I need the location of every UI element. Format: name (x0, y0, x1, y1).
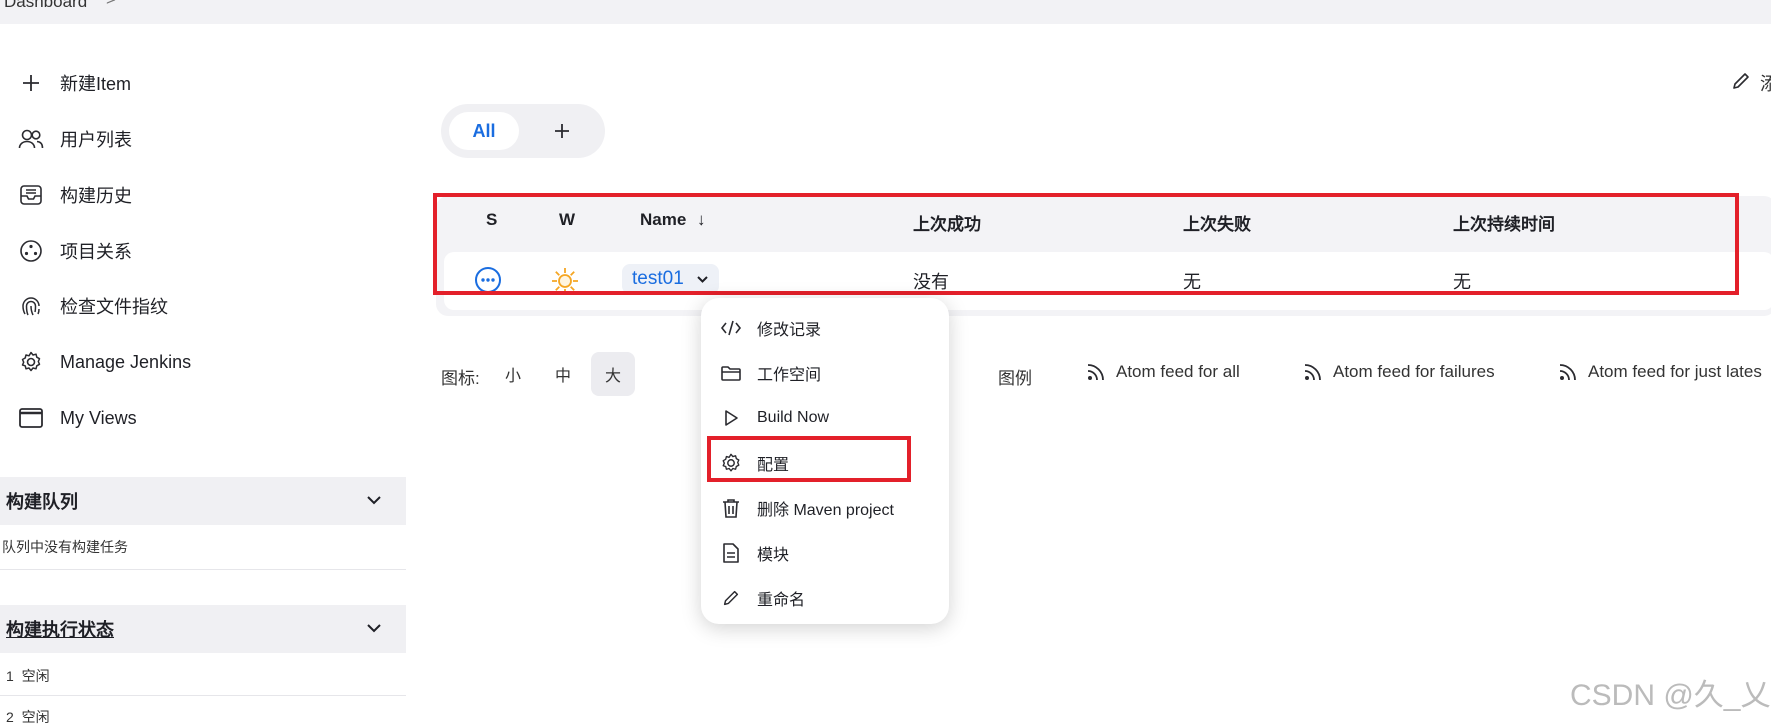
build-queue-header[interactable]: 构建队列 (0, 477, 406, 525)
pencil-icon (719, 586, 743, 610)
menu-item-rename[interactable]: 重命名 (719, 578, 931, 618)
add-view-button[interactable] (543, 112, 581, 150)
view-tabs: All (441, 104, 605, 158)
breadcrumb-bar: Dashboard > (0, 0, 1771, 24)
document-icon (719, 541, 743, 565)
breadcrumb-dashboard[interactable]: Dashboard (4, 0, 87, 12)
feed-label: Atom feed for failures (1333, 362, 1495, 381)
menu-item-changes[interactable]: 修改记录 (719, 308, 931, 348)
legend-link[interactable]: 图例 (998, 364, 1032, 389)
gear-icon (14, 345, 48, 379)
rss-icon (1304, 364, 1321, 381)
executors-title[interactable]: 构建执行状态 (6, 616, 114, 642)
menu-item-label: 删除 Maven project (757, 502, 894, 519)
folder-icon (719, 361, 743, 385)
code-icon (719, 316, 743, 340)
executors-header[interactable]: 构建执行状态 (0, 605, 406, 653)
watermark: CSDN @久_乂 (1570, 679, 1771, 712)
build-queue-title: 构建队列 (6, 492, 78, 512)
executor-number: 1 (6, 668, 14, 684)
highlight-box-table (433, 193, 1739, 295)
highlight-box-configure (707, 436, 911, 482)
edit-description-link[interactable]: 添 (1760, 70, 1771, 96)
menu-item-label: 修改记录 (757, 322, 822, 339)
executor-number: 2 (6, 709, 14, 725)
menu-item-delete[interactable]: 删除 Maven project (719, 488, 931, 528)
relation-icon (14, 234, 48, 268)
plus-icon (14, 66, 48, 100)
sidebar-item-fingerprint[interactable]: 检查文件指纹 (14, 286, 394, 326)
feed-label: Atom feed for all (1116, 362, 1240, 381)
atom-feed-failures-link[interactable]: Atom feed for failures (1303, 362, 1495, 382)
sidebar-item-label: 用户列表 (60, 130, 132, 150)
menu-item-label: 重命名 (757, 592, 806, 609)
atom-feed-latest-link[interactable]: Atom feed for just lates (1558, 362, 1762, 382)
icon-size-medium[interactable]: 中 (541, 352, 585, 396)
window-icon (14, 401, 48, 435)
menu-item-workspace[interactable]: 工作空间 (719, 353, 931, 393)
tab-all[interactable]: All (449, 112, 519, 150)
sidebar-item-label: 检查文件指纹 (60, 297, 168, 317)
inbox-icon (14, 178, 48, 212)
executor-row: 1 空闲 (6, 666, 50, 686)
pencil-icon[interactable] (1730, 70, 1752, 97)
build-queue-empty: 队列中没有构建任务 (2, 539, 128, 555)
executor-row: 2 空闲 (6, 707, 50, 727)
sidebar-item-label: My Views (60, 407, 137, 428)
executor-status: 空闲 (21, 668, 50, 684)
atom-feed-all-link[interactable]: Atom feed for all (1086, 362, 1240, 382)
breadcrumb-separator: > (106, 0, 116, 10)
sidebar-item-build-history[interactable]: 构建历史 (14, 175, 394, 215)
plus-icon (555, 124, 569, 138)
menu-item-label: 模块 (757, 547, 790, 564)
chevron-down-icon[interactable] (366, 620, 382, 638)
menu-item-build-now[interactable]: Build Now (719, 398, 931, 438)
fingerprint-icon (14, 289, 48, 323)
divider (0, 695, 406, 696)
sidebar-item-label: 构建历史 (60, 186, 132, 206)
sidebar-item-manage-jenkins[interactable]: Manage Jenkins (14, 342, 394, 382)
menu-item-modules[interactable]: 模块 (719, 533, 931, 573)
icon-size-label: 图标: (441, 369, 480, 388)
sidebar-item-users[interactable]: 用户列表 (14, 119, 394, 159)
trash-icon (719, 496, 743, 520)
menu-item-label: Build Now (757, 409, 830, 426)
sidebar-item-label: 项目关系 (60, 242, 132, 262)
chevron-down-icon[interactable] (366, 492, 382, 510)
divider (0, 569, 406, 570)
rss-icon (1559, 364, 1576, 381)
rss-icon (1087, 364, 1104, 381)
users-icon (14, 122, 48, 156)
feed-label: Atom feed for just lates (1588, 362, 1762, 381)
sidebar-item-my-views[interactable]: My Views (14, 398, 394, 438)
executor-status: 空闲 (21, 709, 50, 725)
play-icon (719, 406, 743, 430)
sidebar-item-new-item[interactable]: 新建Item (14, 63, 394, 103)
icon-size-small[interactable]: 小 (491, 352, 535, 396)
sidebar-item-project-relationship[interactable]: 项目关系 (14, 231, 394, 271)
icon-size-large[interactable]: 大 (591, 352, 635, 396)
menu-item-label: 工作空间 (757, 367, 822, 384)
sidebar-item-label: 新建Item (60, 74, 132, 94)
sidebar-item-label: Manage Jenkins (60, 351, 192, 372)
